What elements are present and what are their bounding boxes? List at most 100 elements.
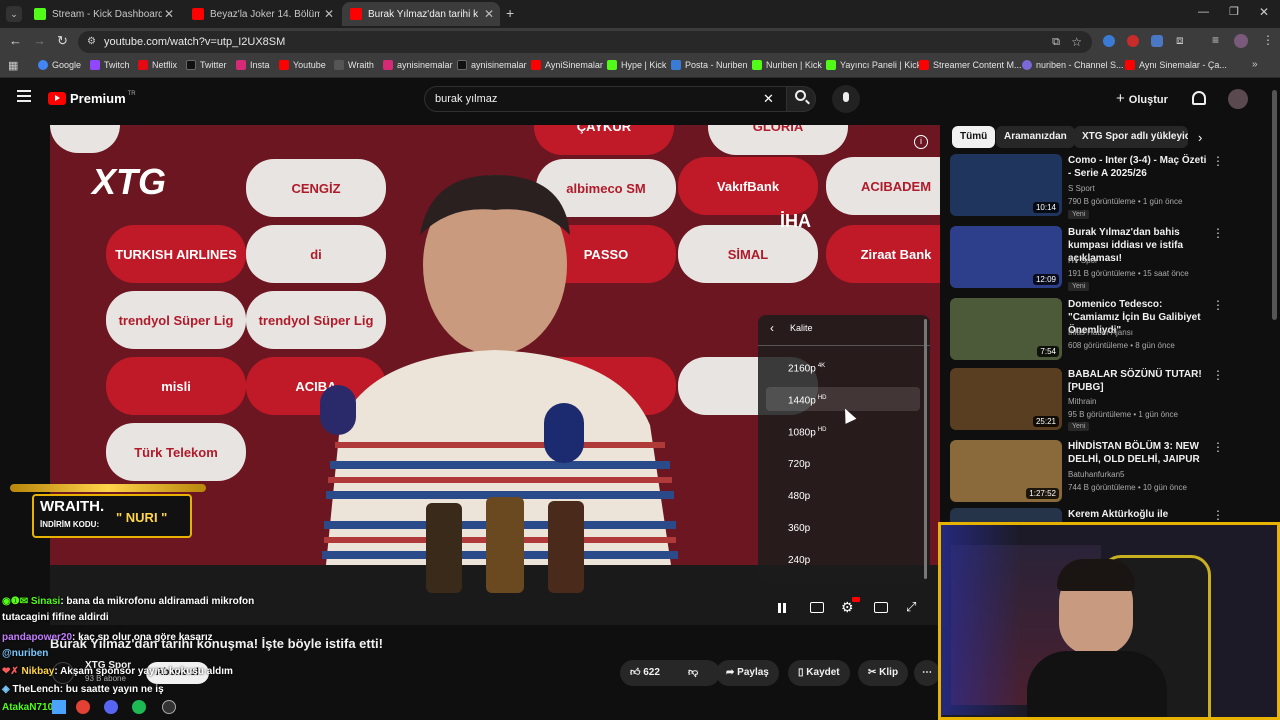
clip-button[interactable]: ✂ Klip [858, 660, 909, 686]
chip-from-search[interactable]: Aramanızdan [996, 126, 1075, 148]
chip-uploader[interactable]: XTG Spor adlı yükleyicid [1074, 126, 1188, 148]
more-options-icon[interactable]: ⋮ [1212, 226, 1224, 240]
profile-avatar[interactable] [1234, 34, 1248, 48]
quality-option-480p[interactable]: 480p [788, 491, 810, 502]
bookmark-posta[interactable]: Posta - Nuriben [671, 60, 748, 70]
tab-beyazla-joker[interactable]: Beyaz'la Joker 14. Bölüm - YouT ✕ [184, 2, 340, 26]
extension-icon[interactable] [1127, 35, 1139, 47]
bookmark-wraith[interactable]: Wraith [334, 60, 374, 70]
more-options-icon[interactable]: ⋮ [1212, 508, 1224, 522]
reload-icon[interactable]: ↻ [57, 33, 68, 49]
bookmark-channel-s[interactable]: nuriben - Channel S... [1022, 60, 1124, 70]
youtube-premium-logo[interactable]: Premium TR [48, 91, 136, 106]
bookmark-aynisinemalar-insta[interactable]: aynisinemalar [383, 60, 453, 70]
tab-search-icon[interactable]: ⌄ [6, 6, 22, 22]
more-options-icon[interactable]: ⋮ [1212, 440, 1224, 454]
close-window-button[interactable]: ✕ [1259, 5, 1269, 19]
bookmark-streamer-content[interactable]: Streamer Content M... [919, 60, 1022, 70]
recommendation-item[interactable]: 12:09 Burak Yılmaz'dan bahis kumpası idd… [950, 226, 1224, 291]
chevron-right-icon[interactable]: › [1198, 130, 1202, 145]
menu-dots-icon[interactable]: ⋮ [1262, 33, 1274, 47]
bookmark-netflix[interactable]: Netflix [138, 60, 177, 70]
bookmark-youtube[interactable]: Youtube [279, 60, 326, 70]
like-button[interactable]: 👍︎ 622 [630, 667, 660, 678]
search-button[interactable] [786, 86, 816, 112]
account-avatar[interactable] [1228, 89, 1248, 109]
tab-burak-yilmaz[interactable]: Burak Yılmaz'dan tarihi konuşm ✕ [342, 2, 500, 26]
spotify-icon[interactable] [132, 700, 146, 714]
bookmark-aynisinemalar-x[interactable]: aynisinemalar [457, 60, 527, 70]
bookmark-insta[interactable]: Insta [236, 60, 270, 70]
site-info-icon[interactable]: ⚙ [87, 31, 96, 53]
subtitles-icon[interactable] [810, 602, 824, 613]
page-scrollbar[interactable] [1272, 90, 1277, 320]
share-button[interactable]: ➦ Paylaş [716, 660, 779, 686]
bookmark-star-icon[interactable]: ☆ [1071, 31, 1082, 53]
windows-start-icon[interactable] [52, 700, 66, 714]
create-button[interactable]: + Oluştur [1116, 87, 1168, 111]
quality-option-240p[interactable]: 240p [788, 555, 810, 566]
steam-icon[interactable] [162, 700, 176, 714]
more-options-icon[interactable]: ⋮ [1212, 154, 1224, 168]
recommendation-item[interactable]: 25:21 BABALAR SÖZÜNÜ TUTAR! [PUBG] Mithr… [950, 368, 1224, 432]
bookmark-twitter[interactable]: Twitter [186, 60, 227, 70]
menu-divider [758, 345, 930, 346]
extension-icon[interactable] [1103, 35, 1115, 47]
quality-option-720p[interactable]: 720p [788, 459, 810, 470]
recommendation-item[interactable]: 7:54 Domenico Tedesco: "Camiamız İçin Bu… [950, 298, 1224, 362]
bookmark-aynisinemalar-yt[interactable]: AyniSinemalar [531, 60, 603, 70]
hamburger-menu-icon[interactable] [17, 90, 31, 102]
bookmark-label: Netflix [152, 60, 178, 70]
close-tab-icon[interactable]: ✕ [324, 7, 334, 21]
quality-option-360p[interactable]: 360p [788, 523, 810, 534]
more-options-icon[interactable]: ⋮ [1212, 368, 1224, 382]
new-tab-button[interactable]: + [506, 5, 514, 21]
quality-option-1440p[interactable]: 1440p HD [788, 395, 826, 406]
bookmark-ayni-sinemalar[interactable]: Aynı Sinemalar - Ça... [1125, 60, 1227, 70]
install-icon[interactable]: ⧉ [1052, 31, 1060, 53]
recommendation-channel: S Sport [1068, 184, 1095, 193]
save-button[interactable]: ▯ Kaydet [788, 660, 850, 686]
menu-scrollbar[interactable] [924, 319, 927, 579]
tab-kick-dashboard[interactable]: Stream - Kick Dashboard ✕ [26, 2, 180, 26]
media-icon[interactable]: ≡ [1212, 33, 1219, 47]
logo-text: Premium [70, 91, 126, 106]
chip-all[interactable]: Tümü [952, 126, 996, 148]
bookmark-nuriben-kick[interactable]: Nuriben | Kick [752, 60, 822, 70]
maximize-button[interactable]: ❐ [1229, 5, 1239, 18]
voice-search-button[interactable] [832, 85, 860, 113]
close-tab-icon[interactable]: ✕ [164, 7, 174, 21]
miniplayer-icon[interactable] [874, 602, 888, 613]
dislike-button[interactable]: 👎︎ [688, 660, 698, 686]
apps-grid-icon[interactable]: ▦ [8, 59, 18, 72]
more-options-icon[interactable]: ⋮ [1212, 298, 1224, 312]
bookmark-hype-kick[interactable]: Hype | Kick [607, 60, 666, 70]
pause-icon[interactable] [778, 603, 786, 613]
recommendation-item[interactable]: 1:27:52 HİNDİSTAN BÖLÜM 3: NEW DELHİ, OL… [950, 440, 1224, 504]
recommendation-item[interactable]: 10:14 Como - Inter (3-4) - Maç Özeti - S… [950, 154, 1224, 219]
quality-option-1080p[interactable]: 1080p HD [788, 427, 826, 438]
forward-icon[interactable]: → [33, 33, 46, 48]
back-chevron-icon[interactable]: ‹ [770, 321, 774, 335]
notifications-bell-icon[interactable] [1192, 91, 1206, 105]
extensions-puzzle-icon[interactable]: ⧈ [1176, 33, 1184, 48]
extension-icon[interactable] [1151, 35, 1163, 47]
clear-search-icon[interactable]: ✕ [763, 87, 774, 111]
minimize-button[interactable]: — [1198, 6, 1209, 18]
info-icon[interactable]: i [914, 135, 928, 149]
more-bookmarks-icon[interactable]: » [1252, 59, 1258, 70]
recommendation-meta: 790 B görüntüleme • 1 gün önce [1068, 197, 1183, 206]
search-input[interactable]: burak yılmaz ✕ [424, 86, 788, 112]
chrome-icon[interactable] [76, 700, 90, 714]
more-actions-button[interactable]: ⋯ [914, 660, 940, 686]
fullscreen-icon[interactable]: ⤢ [906, 599, 916, 615]
video-player[interactable]: ÇAYKUR GLORIA CENGİZ albimeco SM VakıfBa… [50, 125, 940, 625]
address-bar[interactable]: ⚙ youtube.com/watch?v=utp_I2UX8SM ⧉ ☆ [78, 31, 1092, 53]
close-tab-icon[interactable]: ✕ [484, 7, 494, 21]
back-icon[interactable]: ← [9, 33, 22, 48]
quality-option-2160p[interactable]: 2160p 4K [788, 363, 825, 374]
bookmark-yayinci-paneli[interactable]: Yayıncı Paneli | Kick [826, 60, 921, 70]
bookmark-google[interactable]: Google [38, 60, 81, 70]
discord-icon[interactable] [104, 700, 118, 714]
bookmark-twitch[interactable]: Twitch [90, 60, 130, 70]
